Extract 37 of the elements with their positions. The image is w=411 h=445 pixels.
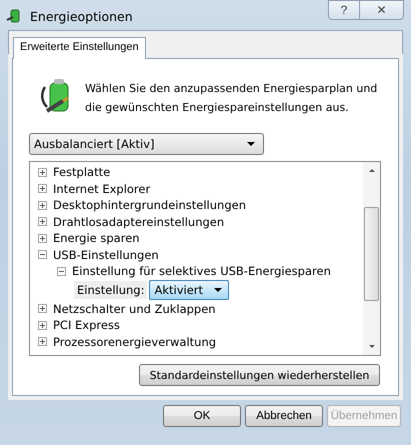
tree-item[interactable]: Prozessorenergieverwaltung [53,334,216,349]
tree-item[interactable]: USB-Einstellungen [53,248,159,262]
tree-item[interactable]: Energie sparen [53,231,140,246]
restore-defaults-button[interactable]: Standardeinstellungen wiederherstellen [139,364,380,386]
tree-item[interactable]: Drahtlosadaptereinstellungen [53,214,224,229]
help-button[interactable]: ? [328,0,360,20]
dialog-button[interactable]: Abbrechen [245,405,323,427]
window-title: Energieoptionen [30,8,134,24]
tree-item[interactable]: Festplatte [53,165,110,180]
expand-icon[interactable] [38,217,47,226]
scrollbar-thumb[interactable] [364,207,379,301]
scroll-down-icon[interactable] [368,345,374,348]
scrollbar[interactable] [363,162,380,355]
plan-dropdown[interactable]: Ausbalanciert [Aktiv] [29,133,264,155]
setting-label: Einstellung: [74,281,148,299]
expand-icon[interactable] [38,168,47,177]
caret-icon [247,142,255,146]
tree-item[interactable]: Internet Explorer [53,182,150,196]
tree-item[interactable]: Einstellung für selektives USB-Energiesparen [72,264,331,278]
collapse-icon[interactable] [57,266,66,276]
close-button[interactable]: ✕ [360,0,404,20]
caret-icon [214,288,222,292]
expand-icon[interactable] [38,234,47,243]
dialog-button[interactable]: OK [163,405,241,427]
scroll-up-icon[interactable] [368,169,374,172]
collapse-icon[interactable] [38,250,47,260]
tree-item[interactable]: Desktophintergrundeinstellungen [53,198,246,212]
expand-icon[interactable] [38,200,47,210]
tree-item[interactable]: Netzschalter und Zuklappen [53,302,216,316]
expand-icon[interactable] [38,320,47,330]
tab[interactable]: Erweiterte Einstellungen [13,37,146,59]
setting-dropdown[interactable]: Aktiviert [149,280,230,300]
expand-icon[interactable] [38,337,47,346]
tree-item[interactable]: PCI Express [53,318,120,332]
expand-icon[interactable] [38,184,47,194]
instruction-text: Wählen Sie den anzupassenden Energiesparplan und die gewünschten Energiespareinstellungen aus. [85,81,378,116]
expand-icon[interactable] [38,304,47,314]
